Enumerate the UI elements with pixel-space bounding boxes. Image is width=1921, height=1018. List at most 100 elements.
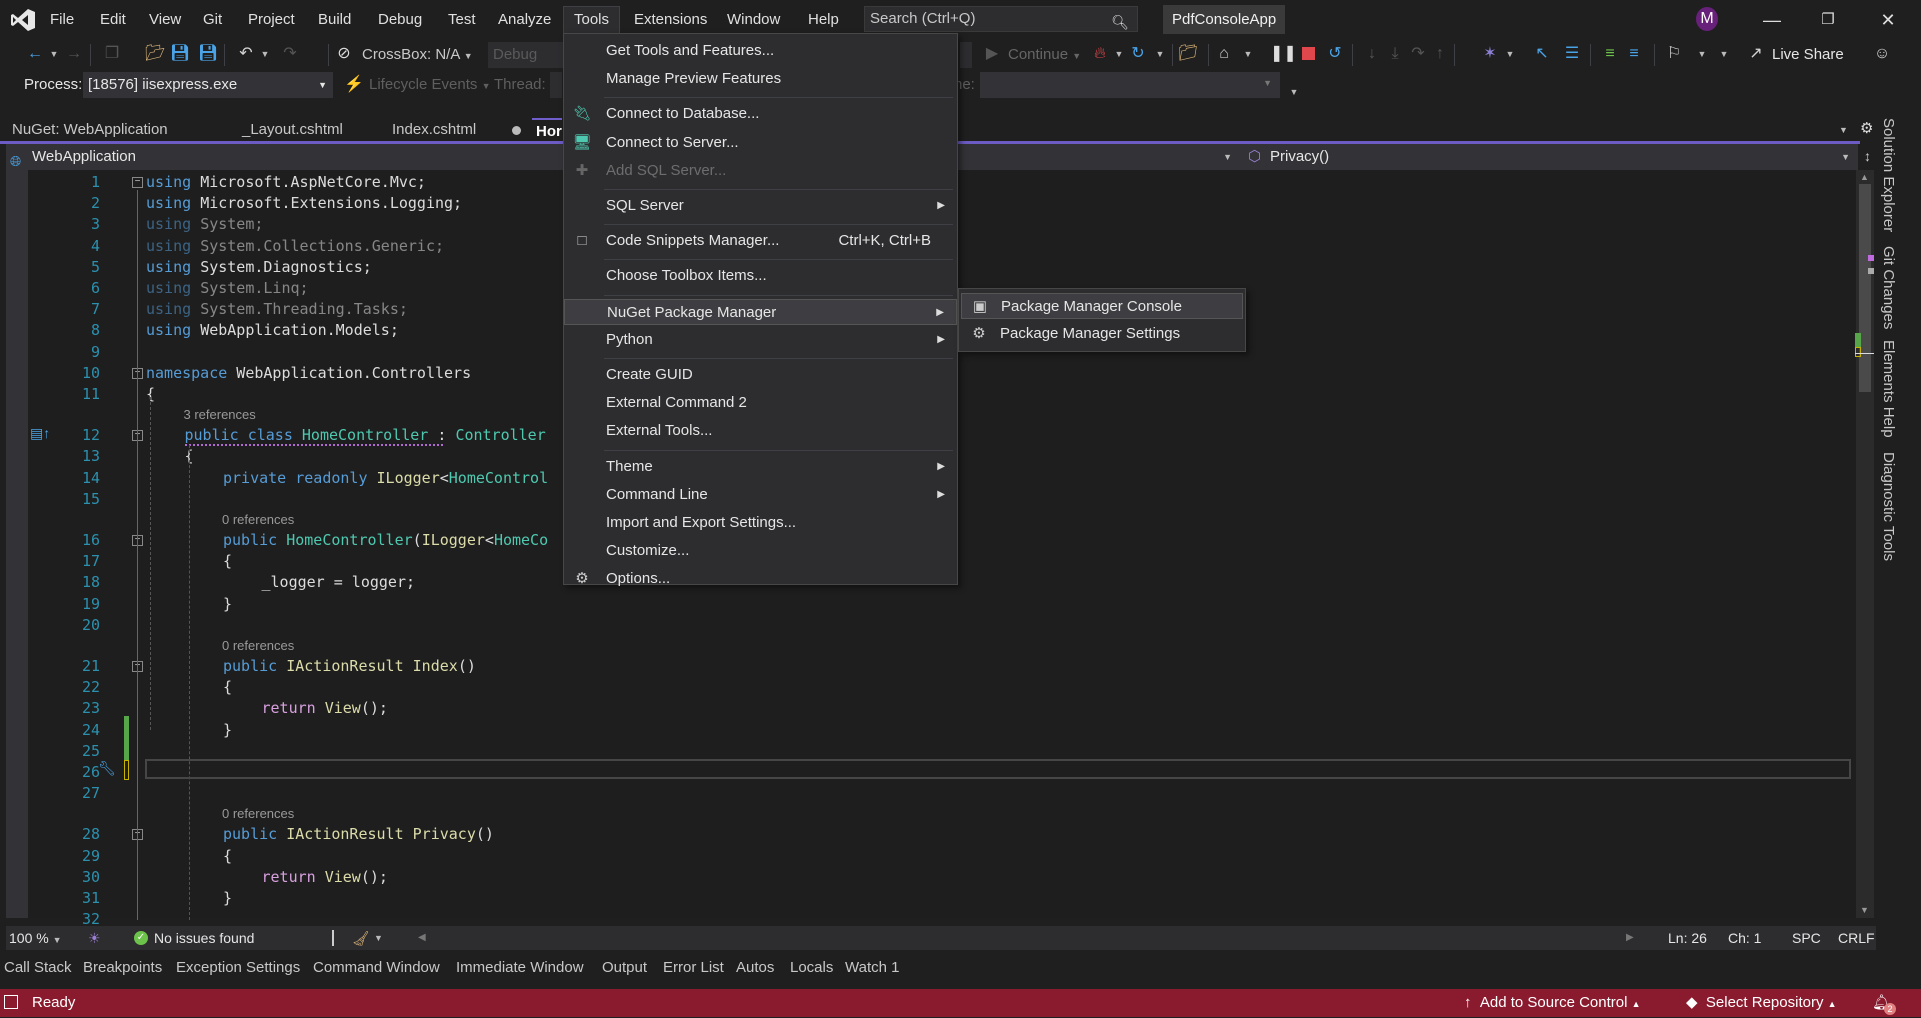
menu-item-add-sql-server[interactable]: ✚ Add SQL Server... — [564, 158, 957, 184]
line-number[interactable]: Ln: 26 — [1668, 926, 1707, 950]
menu-item-get-tools-and-features[interactable]: Get Tools and Features... — [564, 38, 957, 64]
redo-icon[interactable]: ↷ — [280, 44, 300, 64]
menu-item-sql-server[interactable]: SQL Server ▶ — [564, 193, 957, 219]
menu-analyze[interactable]: Analyze — [494, 9, 555, 31]
tab-error-list[interactable]: Error List — [663, 958, 724, 978]
avatar[interactable]: M — [1696, 7, 1718, 31]
code-line[interactable]: using System; — [146, 214, 263, 235]
thread-dropdown[interactable] — [550, 72, 562, 98]
tab-call-stack[interactable]: Call Stack — [4, 958, 72, 978]
code-line[interactable]: public IActionResult Privacy() — [223, 824, 494, 845]
bookmark-icon[interactable]: ⚐ — [1664, 44, 1684, 64]
tab-watch-1[interactable]: Watch 1 — [845, 958, 899, 978]
menu-item-connect-to-server[interactable]: 🖥︎ Connect to Server... — [564, 130, 957, 156]
side-tab-diagnostic-tools[interactable]: Diagnostic Tools — [1880, 452, 1897, 561]
code-lens-references[interactable]: 0 references — [222, 638, 294, 654]
menu-item-external-command-2[interactable]: External Command 2 — [564, 390, 957, 416]
step-out-icon[interactable]: ↑ — [1430, 44, 1450, 64]
code-cleanup-icon[interactable]: 🧹︎ — [352, 926, 370, 950]
undo-icon[interactable]: ↶ — [236, 44, 256, 64]
continue-icon[interactable]: ▶ — [982, 44, 1002, 64]
menu-window[interactable]: Window — [723, 9, 784, 31]
toolbar-overflow-icon[interactable]: ▼ — [1284, 82, 1304, 102]
close-button[interactable]: ✕ — [1876, 8, 1900, 32]
vertical-scrollbar[interactable]: ▲ ▼ — [1855, 170, 1879, 918]
live-share-button[interactable]: Live Share — [1772, 46, 1844, 63]
code-lens-references[interactable]: 0 references — [222, 512, 294, 528]
settings-gear-icon[interactable]: ⚙ — [1860, 119, 1873, 137]
code-lens-references[interactable]: 0 references — [222, 806, 294, 822]
scrollbar-thumb[interactable] — [1859, 184, 1871, 392]
toolbar-overflow-icon[interactable]: ▼ — [1714, 44, 1734, 64]
zoom-level-dropdown[interactable]: 100 % ▼ — [9, 926, 62, 952]
uncomment-icon[interactable]: ≡ — [1624, 44, 1644, 64]
issues-status[interactable]: No issues found — [154, 926, 254, 950]
crossbox-dropdown[interactable]: CrossBox: N/A ▼ — [362, 46, 473, 63]
code-line[interactable]: return View(); — [262, 867, 388, 888]
step-over-icon[interactable]: ↷ — [1408, 44, 1428, 64]
browse-folder-icon[interactable]: 📁︎ — [1178, 44, 1198, 64]
step-into-icon[interactable]: ⤓ — [1385, 44, 1405, 64]
new-project-icon[interactable]: ❐ — [102, 44, 122, 64]
menu-git[interactable]: Git — [199, 9, 226, 31]
menu-edit[interactable]: Edit — [96, 9, 130, 31]
collapse-region-icon[interactable]: − — [132, 177, 143, 188]
menu-item-command-line[interactable]: Command Line ▶ — [564, 482, 957, 508]
menu-item-choose-toolbox-items[interactable]: Choose Toolbox Items... — [564, 263, 957, 289]
toolbar-overflow-icon[interactable]: ▼ — [1692, 44, 1712, 64]
solution-name-badge[interactable]: PdfConsoleApp — [1163, 5, 1286, 34]
code-line[interactable]: { — [223, 551, 232, 572]
menu-tools[interactable]: Tools — [563, 6, 621, 34]
code-cleanup-dropdown-icon[interactable]: ▼ — [374, 926, 383, 950]
tab-command-window[interactable]: Command Window — [313, 958, 440, 978]
code-line[interactable]: return View(); — [262, 698, 388, 719]
scroll-down-icon[interactable]: ▼ — [1860, 905, 1869, 915]
menu-item-customize[interactable]: Customize... — [564, 538, 957, 564]
code-line[interactable]: using System.Linq; — [146, 278, 309, 299]
code-line[interactable]: using System.Threading.Tasks; — [146, 299, 408, 320]
code-map-icon[interactable]: ▤↑ — [30, 425, 50, 442]
undo-dropdown-icon[interactable]: ▼ — [255, 44, 275, 64]
restart-icon[interactable]: ↻ — [1128, 44, 1148, 64]
navigate-back-icon[interactable]: ← — [25, 44, 45, 64]
navigate-forward-icon[interactable]: → — [64, 44, 84, 64]
menu-item-external-tools[interactable]: External Tools... — [564, 418, 957, 444]
save-icon[interactable]: 💾︎ — [170, 44, 190, 64]
split-editor-icon[interactable]: ↕ — [1864, 148, 1871, 164]
live-property-icon[interactable]: ☰ — [1562, 44, 1582, 64]
side-tab-git-changes[interactable]: Git Changes — [1880, 246, 1897, 329]
continue-button[interactable]: Continue ▼ — [1008, 46, 1081, 63]
horizontal-scrollbar[interactable] — [432, 928, 1612, 948]
whitespace-mode[interactable]: SPC — [1792, 926, 1821, 950]
restart-dropdown-icon[interactable]: ▼ — [1150, 44, 1170, 64]
code-line[interactable]: using Microsoft.Extensions.Logging; — [146, 193, 462, 214]
select-repository-button[interactable]: ◆ Select Repository ▲ — [1686, 989, 1837, 1018]
side-tab-elements-help[interactable]: Elements Help — [1880, 340, 1897, 438]
menu-extensions[interactable]: Extensions — [630, 9, 711, 31]
menu-help[interactable]: Help — [804, 9, 843, 31]
code-line[interactable]: { — [223, 846, 232, 867]
tab-breakpoints[interactable]: Breakpoints — [83, 958, 162, 978]
lifecycle-events-dropdown[interactable]: Lifecycle Events ▼ — [369, 76, 490, 93]
code-line[interactable]: using WebApplication.Models; — [146, 320, 399, 341]
navigate-back-dropdown-icon[interactable]: ▼ — [44, 44, 64, 64]
code-line[interactable]: private readonly ILogger<HomeControl — [223, 468, 548, 489]
hot-reload-dropdown-icon[interactable]: ▼ — [1109, 44, 1129, 64]
code-line[interactable]: _logger = logger; — [262, 572, 416, 593]
menu-item-package-manager-settings[interactable]: ⚙ Package Manager Settings — [961, 321, 1243, 347]
restore-button[interactable]: ❐ — [1816, 8, 1840, 32]
menu-item-python[interactable]: Python ▶ — [564, 327, 957, 353]
search-input[interactable]: Search (Ctrl+Q) 🔍︎ — [864, 6, 1138, 32]
scroll-up-icon[interactable]: ▲ — [1860, 172, 1869, 182]
tab-homecontroller[interactable]: Hor — [532, 118, 562, 142]
menu-item-package-manager-console[interactable]: ▣ Package Manager Console — [961, 293, 1243, 319]
line-ending-mode[interactable]: CRLF — [1838, 926, 1875, 950]
platform-dropdown-edge[interactable] — [960, 42, 972, 68]
menu-debug[interactable]: Debug — [374, 9, 426, 31]
configuration-dropdown[interactable]: Debug — [488, 42, 563, 68]
tab-output[interactable]: Output — [602, 958, 647, 978]
format-document-icon[interactable]: ≡ — [1600, 44, 1620, 64]
menu-file[interactable]: File — [46, 9, 78, 31]
code-line[interactable]: public IActionResult Index() — [223, 656, 476, 677]
stack-frame-dropdown[interactable]: ▼ — [980, 72, 1280, 98]
